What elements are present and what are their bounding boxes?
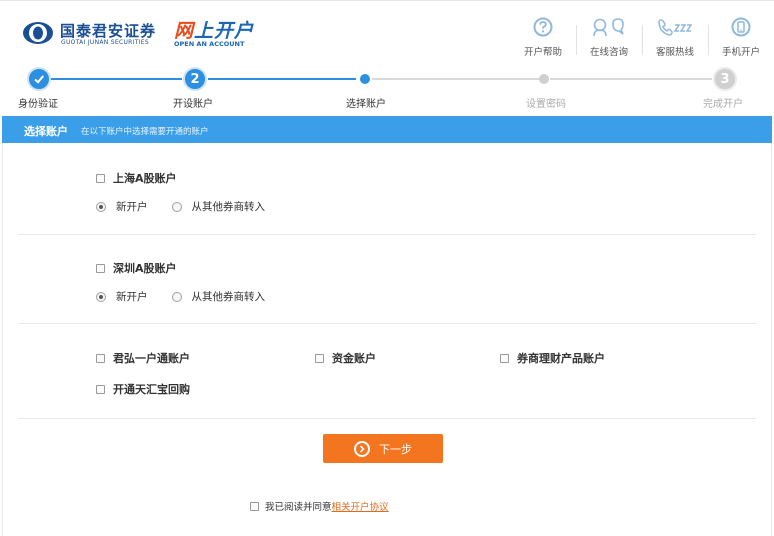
step-5-marker: 3: [713, 67, 737, 91]
shanghai-checkbox[interactable]: [96, 173, 105, 183]
product-title-en: OPEN AN ACCOUNT: [174, 40, 245, 48]
shanghai-transfer-radio[interactable]: [171, 201, 182, 212]
section-title: 选择账户: [24, 125, 68, 138]
shanghai-new-radio[interactable]: [96, 201, 106, 212]
divider: [19, 234, 756, 235]
account-label: 君弘一户通账户: [113, 352, 190, 365]
step-3-current: [360, 74, 370, 84]
step-connector: [372, 78, 540, 80]
question-icon: [533, 17, 553, 37]
shenzhen-checkbox[interactable]: [96, 263, 105, 273]
header-link-label: 手机开户: [721, 47, 760, 58]
shanghai-options: 新开户 从其他券商转入: [96, 199, 265, 214]
step-label-open: 开设账户: [173, 99, 213, 110]
header-link-label: 开户帮助: [523, 47, 562, 58]
hotline-icon: [658, 19, 693, 36]
account-label: 上海A股账户: [113, 172, 177, 185]
step-connector: [50, 78, 182, 80]
header-link-label: 在线咨询: [589, 47, 628, 58]
step-2-marker: 2: [183, 67, 207, 91]
product-title-prefix: 网: [174, 20, 195, 42]
option-label: 从其他券商转入: [191, 201, 266, 213]
account-label: 开通天汇宝回购: [113, 383, 190, 396]
arrow-right-icon: [354, 440, 370, 457]
chat-icon: [593, 18, 624, 37]
option-label: 新开户: [116, 201, 148, 213]
step-1-done: [27, 67, 51, 91]
shenzhen-new-radio[interactable]: [96, 291, 106, 302]
account-wealth-product: 券商理财产品账户: [500, 350, 605, 366]
shenzhen-options: 新开户 从其他券商转入: [96, 289, 265, 304]
step-label-select: 选择账户: [346, 99, 386, 110]
guotai-junan-logo-icon: [23, 22, 53, 44]
divider: [19, 418, 756, 419]
header-link-help[interactable]: 开户帮助: [510, 15, 576, 59]
account-shenzhen: 深圳A股账户: [96, 260, 177, 276]
shenzhen-transfer-radio[interactable]: [171, 291, 182, 302]
account-junhong: 君弘一户通账户: [96, 350, 190, 366]
product-title: 网上开户: [174, 16, 254, 43]
step-label-identity: 身份验证: [18, 99, 58, 110]
step-label-password: 设置密码: [526, 99, 566, 110]
account-tianhuibao: 开通天汇宝回购: [96, 381, 190, 397]
section-header: 选择账户 在以下账户中选择需要开通的账户: [2, 116, 772, 143]
header-link-chat[interactable]: 在线咨询: [576, 15, 642, 59]
account-shanghai: 上海A股账户: [96, 170, 177, 186]
wealth-product-checkbox[interactable]: [500, 353, 509, 363]
header-link-mobile[interactable]: 手机开户: [708, 15, 774, 59]
header-link-label: 客服热线: [655, 47, 694, 58]
header-links: 开户帮助 在线咨询 客服热线 手机开户: [510, 15, 774, 59]
brand-name-en: GUOTAI JUNAN SECURITIES: [61, 39, 149, 46]
agreement-link[interactable]: 相关开户协议: [332, 499, 389, 513]
next-step-button[interactable]: 下一步: [323, 434, 443, 463]
step-connector: [208, 78, 356, 80]
page: 国泰君安证券 GUOTAI JUNAN SECURITIES 网上开户 OPEN…: [0, 0, 774, 536]
step-connector: [550, 78, 712, 80]
section-description: 在以下账户中选择需要开通的账户: [81, 127, 209, 137]
header: 国泰君安证券 GUOTAI JUNAN SECURITIES 网上开户 OPEN…: [0, 0, 774, 63]
header-link-hotline[interactable]: 客服热线: [642, 15, 708, 59]
agreement-row: 我已阅读并同意 相关开户协议: [250, 499, 389, 513]
brand-name: 国泰君安证券: [60, 22, 157, 40]
option-label: 新开户: [116, 291, 148, 303]
agreement-checkbox[interactable]: [250, 501, 259, 511]
fund-account-checkbox[interactable]: [315, 353, 324, 363]
account-label: 资金账户: [332, 352, 376, 365]
tianhuibao-checkbox[interactable]: [96, 384, 105, 394]
product-title-rest: 上开户: [194, 20, 255, 42]
check-icon: [34, 75, 44, 84]
junhong-checkbox[interactable]: [96, 353, 105, 363]
mobile-icon: [731, 17, 751, 37]
account-label: 深圳A股账户: [113, 262, 177, 275]
next-step-label: 下一步: [379, 442, 412, 456]
account-selection-panel: 上海A股账户 新开户 从其他券商转入 深圳A股账户 新开户 从其他券商转入 君弘…: [2, 143, 772, 536]
account-fund: 资金账户: [315, 350, 376, 366]
account-label: 券商理财产品账户: [517, 352, 605, 365]
option-label: 从其他券商转入: [191, 291, 266, 303]
divider: [19, 323, 756, 324]
step-4-marker: [539, 74, 549, 84]
step-label-complete: 完成开户: [703, 99, 743, 110]
progress-steps: 2 3 身份验证 开设账户 选择账户 设置密码 完成开户: [0, 64, 774, 112]
agreement-text: 我已阅读并同意: [265, 502, 332, 513]
